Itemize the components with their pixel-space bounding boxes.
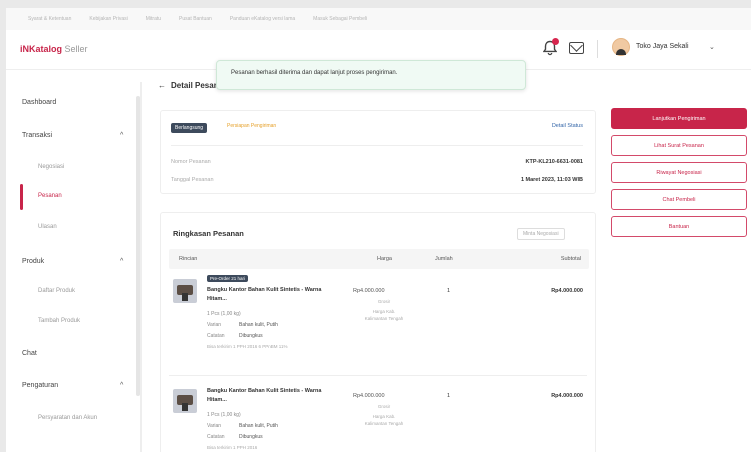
sidebar-item-pengaturan[interactable]: Pengaturan bbox=[22, 382, 58, 389]
header-divider bbox=[597, 40, 598, 58]
price-type: Grosir bbox=[377, 299, 391, 304]
logo-suffix: Seller bbox=[64, 44, 88, 54]
varian-label: Varian bbox=[207, 322, 222, 328]
avatar[interactable] bbox=[612, 38, 630, 56]
product-thumbnail[interactable] bbox=[173, 279, 197, 303]
sidebar-item-transaksi[interactable]: Transaksi bbox=[22, 132, 52, 139]
active-indicator bbox=[20, 184, 23, 210]
top-link-masuk-pembeli[interactable]: Masuk Sebagai Pembeli bbox=[313, 16, 367, 22]
app-window: Syarat & Ketentuan Kebijakan Privasi Mit… bbox=[0, 0, 751, 452]
sidebar-item-chat[interactable]: Chat bbox=[22, 350, 37, 357]
top-link-syarat[interactable]: Syarat & Ketentuan bbox=[28, 16, 71, 22]
toast-message: Pesanan berhasil diterima dan dapat lanj… bbox=[231, 70, 398, 76]
varian-value: Bahan kulit, Putih bbox=[239, 322, 278, 328]
sidebar-item-persyaratan[interactable]: Persyaratan dan Akun bbox=[38, 414, 118, 424]
price-region: Harga Kab. Kalimantan Tengah bbox=[364, 309, 404, 322]
item-quantity: 1 bbox=[447, 393, 451, 399]
brand-logo[interactable]: iNKatalog Seller bbox=[20, 44, 88, 54]
sidebar-scrollbar[interactable] bbox=[136, 96, 140, 396]
status-substatus: Persiapan Pengiriman bbox=[227, 123, 277, 129]
product-qty: 1 Pcs (1,00 kg) bbox=[207, 412, 241, 418]
sidebar-item-pesanan[interactable]: Pesanan bbox=[38, 193, 62, 199]
varian-value: Bahan kulit, Putih bbox=[239, 423, 278, 429]
back-arrow-icon[interactable]: ← bbox=[158, 81, 166, 90]
order-number-value: KTP-KL210-6631-0081 bbox=[525, 159, 583, 165]
detail-status-link[interactable]: Detail Status bbox=[552, 123, 583, 129]
lihat-surat-pesanan-button[interactable]: Lihat Surat Pesanan bbox=[611, 135, 747, 156]
order-date-label: Tanggal Pesanan bbox=[171, 177, 214, 183]
sidebar: Dashboard Transaksi ^ Negosiasi Pesanan … bbox=[16, 82, 142, 452]
sidebar-item-negosiasi[interactable]: Negosiasi bbox=[38, 164, 64, 170]
mail-icon[interactable] bbox=[569, 42, 584, 54]
notification-badge bbox=[552, 38, 559, 45]
product-name[interactable]: Bangku Kantor Bahan Kulit Sintetis - War… bbox=[207, 286, 327, 304]
top-links-bar: Syarat & Ketentuan Kebijakan Privasi Mit… bbox=[6, 8, 751, 30]
header-subtotal: Subtotal bbox=[560, 256, 581, 262]
order-summary-card: Ringkasan Pesanan Minta Negosiasi Rincia… bbox=[160, 212, 596, 452]
order-date-value: 1 Maret 2023, 11:03 WIB bbox=[520, 177, 583, 183]
chevron-down-icon[interactable]: ⌄ bbox=[709, 43, 715, 51]
sidebar-item-daftar-produk[interactable]: Daftar Produk bbox=[38, 288, 75, 294]
lanjutkan-pengiriman-button[interactable]: Lanjutkan Pengiriman bbox=[611, 108, 747, 129]
bantuan-button[interactable]: Bantuan bbox=[611, 216, 747, 237]
top-link-ekatalog-lama[interactable]: Panduan eKatalog versi lama bbox=[230, 16, 295, 22]
app-content: Syarat & Ketentuan Kebijakan Privasi Mit… bbox=[6, 8, 751, 452]
chevron-up-icon[interactable]: ^ bbox=[120, 258, 123, 265]
product-thumbnail[interactable] bbox=[173, 389, 197, 413]
chat-pembeli-button[interactable]: Chat Pembeli bbox=[611, 189, 747, 210]
catatan-value: Dibungkus bbox=[239, 333, 263, 339]
sidebar-item-produk[interactable]: Produk bbox=[22, 258, 44, 265]
price-type: Grosir bbox=[377, 404, 391, 409]
header-harga: Harga bbox=[377, 256, 392, 262]
item-price: Rp4.000.000 bbox=[353, 288, 385, 294]
table-header: Rincian Harga Jumlah Subtotal bbox=[169, 249, 589, 269]
sidebar-item-ulasan[interactable]: Ulasan bbox=[38, 224, 57, 230]
varian-label: Varian bbox=[207, 423, 222, 429]
item-price: Rp4.000.000 bbox=[353, 393, 385, 399]
window-top-edge bbox=[0, 0, 751, 8]
chevron-up-icon[interactable]: ^ bbox=[120, 132, 123, 139]
chevron-up-icon[interactable]: ^ bbox=[120, 382, 123, 389]
item-subtotal: Rp4.000.000 bbox=[551, 393, 583, 399]
sidebar-item-dashboard[interactable]: Dashboard bbox=[22, 99, 56, 106]
success-toast: Pesanan berhasil diterima dan dapat lanj… bbox=[216, 60, 526, 90]
store-name[interactable]: Toko Jaya Sekali bbox=[636, 43, 689, 50]
logo-prefix: iNKatalog bbox=[20, 44, 63, 54]
catatan-value: Dibungkus bbox=[239, 434, 263, 440]
header-jumlah: Jumlah bbox=[435, 256, 453, 262]
product-qty: 1 Pcs (1,00 kg) bbox=[207, 311, 241, 317]
catatan-label: Catatan bbox=[207, 434, 225, 440]
card-divider bbox=[171, 145, 583, 146]
top-link-mitratu[interactable]: Mitratu bbox=[146, 16, 161, 22]
minta-negosiasi-button[interactable]: Minta Negosiasi bbox=[517, 228, 565, 240]
sidebar-item-tambah-produk[interactable]: Tambah Produk bbox=[38, 318, 80, 324]
tax-note: Bisa terkirim 1 PPH 2016 bbox=[207, 445, 258, 450]
item-quantity: 1 bbox=[447, 288, 451, 294]
status-badge: Berlangsung bbox=[171, 123, 208, 133]
row-divider bbox=[169, 375, 587, 376]
summary-title: Ringkasan Pesanan bbox=[173, 229, 244, 238]
price-region: Harga Kab. Kalimantan Tengah bbox=[364, 414, 404, 427]
tax-note: Bisa terkirim 1 PPH 2016 6 PPnBM 11% bbox=[207, 344, 288, 349]
riwayat-negosiasi-button[interactable]: Riwayat Negosiasi bbox=[611, 162, 747, 183]
top-link-bantuan[interactable]: Pusat Bantuan bbox=[179, 16, 212, 22]
preorder-badge: Pre-Order 21 hari bbox=[207, 275, 249, 282]
top-link-kebijakan[interactable]: Kebijakan Privasi bbox=[89, 16, 127, 22]
header-rincian: Rincian bbox=[179, 256, 198, 262]
item-subtotal: Rp4.000.000 bbox=[551, 288, 583, 294]
order-number-label: Nomor Pesanan bbox=[171, 159, 211, 165]
catatan-label: Catatan bbox=[207, 333, 225, 339]
product-name[interactable]: Bangku Kantor Bahan Kulit Sintetis - War… bbox=[207, 387, 327, 405]
order-info-card: Berlangsung Persiapan Pengiriman Detail … bbox=[160, 110, 596, 194]
